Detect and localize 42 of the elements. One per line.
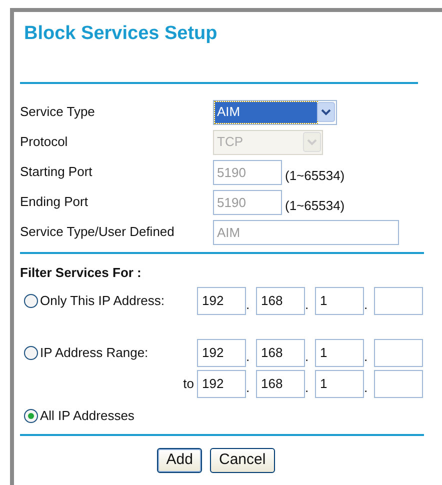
ip-octet-field[interactable] xyxy=(374,286,423,314)
field-label: Service Type xyxy=(20,103,96,122)
range-hint: (1~65534) xyxy=(285,167,345,186)
ip-octet-field[interactable]: 192 xyxy=(197,370,246,398)
radio-label: All IP Addresses xyxy=(40,406,134,425)
add-button[interactable]: Add xyxy=(157,448,202,472)
page-title: Block Services Setup xyxy=(23,22,218,46)
ip-octet-field[interactable]: 168 xyxy=(256,370,305,398)
caret-icon xyxy=(303,132,321,152)
cancel-button[interactable]: Cancel xyxy=(210,448,275,472)
to-label: to xyxy=(182,374,195,393)
ip-octet-field[interactable]: 1 xyxy=(315,338,364,366)
ip-octet-field[interactable]: 168 xyxy=(256,286,305,314)
radio-button[interactable] xyxy=(24,294,38,308)
dot-separator: . xyxy=(364,298,369,314)
dot-separator: . xyxy=(246,298,251,314)
caret-icon xyxy=(317,102,335,122)
ip-octet-field[interactable]: 1 xyxy=(315,370,364,398)
radio-label: Only This IP Address: xyxy=(40,292,166,310)
field-label: Service Type/User Defined xyxy=(20,223,176,242)
dot-separator: . xyxy=(305,380,310,396)
dot-separator: . xyxy=(305,298,310,314)
radio-button[interactable] xyxy=(24,346,38,360)
dot-separator: . xyxy=(305,350,310,366)
dot-separator: . xyxy=(246,380,251,396)
ip-octet-field[interactable]: 168 xyxy=(256,338,305,366)
dropdown[interactable]: AIM xyxy=(213,100,337,124)
field-label: Protocol xyxy=(20,133,69,152)
ip-octet-field[interactable]: 192 xyxy=(197,338,246,366)
dot-separator: . xyxy=(364,350,369,366)
dot-separator: . xyxy=(364,380,369,396)
dot-separator: . xyxy=(246,350,251,366)
ip-octet-field[interactable] xyxy=(374,338,423,366)
range-hint: (1~65534) xyxy=(285,197,345,216)
section-heading: Filter Services For : xyxy=(20,264,142,282)
radio-button[interactable] xyxy=(24,408,38,422)
ip-octet-field[interactable]: 192 xyxy=(197,286,246,314)
ip-octet-field[interactable]: 1 xyxy=(315,286,364,314)
field-label: Starting Port xyxy=(20,163,94,182)
ip-octet-field[interactable] xyxy=(374,370,423,398)
radio-label: IP Address Range: xyxy=(40,344,150,362)
field-label: Ending Port xyxy=(20,193,89,212)
